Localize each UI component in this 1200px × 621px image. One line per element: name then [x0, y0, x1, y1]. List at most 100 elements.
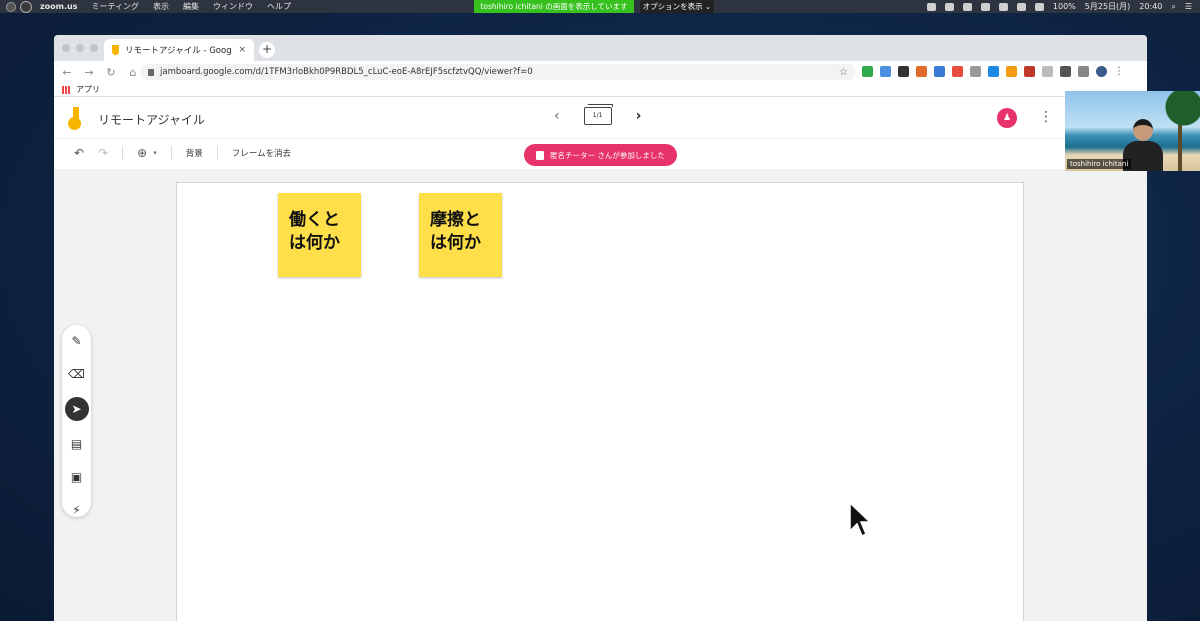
toolbar-divider — [170, 145, 172, 160]
clear-frame-button[interactable]: フレームを消去 — [232, 147, 291, 159]
frame-bar-button[interactable]: 1/1 — [583, 104, 613, 125]
extension-icon[interactable] — [916, 66, 927, 77]
previous-frame-icon[interactable]: ‹ — [554, 108, 560, 124]
new-tab-button[interactable]: + — [259, 42, 275, 58]
anonymous-user-avatar[interactable]: ♟ — [997, 108, 1017, 128]
bookmark-apps[interactable]: アプリ — [76, 84, 100, 95]
undo-icon[interactable]: ↶ — [74, 146, 84, 160]
tab-strip: リモートアジャイル - Google Jam × + — [54, 35, 1147, 61]
close-window-button[interactable] — [62, 44, 70, 52]
more-options-icon[interactable]: ⋮ — [1039, 109, 1053, 125]
menu-window[interactable]: ウィンドウ — [213, 1, 253, 12]
jamboard-header: リモートアジャイル ‹ 1/1 › ♟ ⋮ — [54, 97, 1147, 139]
toast-text: 匿名チーター さんが参加しました — [550, 150, 665, 160]
image-icon[interactable]: ▣ — [65, 467, 89, 487]
tool-palette: ✎ ⌫ ➤ ▤ ▣ ⚡ — [62, 325, 91, 517]
tray-icon[interactable] — [980, 2, 990, 11]
palm-tree-background — [1160, 91, 1200, 171]
participant-name: toshihiro ichitani — [1067, 159, 1132, 169]
url-text: jamboard.google.com/d/1TFM3rloBkh0P9RBDL… — [160, 67, 533, 77]
tray-icon[interactable] — [998, 2, 1008, 11]
minimize-window-button[interactable] — [76, 44, 84, 52]
menu-date[interactable]: 5月25日(月) — [1085, 1, 1131, 12]
participant-video-thumbnail[interactable]: toshihiro ichitani — [1065, 91, 1200, 171]
next-frame-icon[interactable]: › — [636, 108, 642, 124]
tray-icon[interactable] — [962, 2, 972, 11]
bookmarks-bar: アプリ — [54, 83, 1147, 97]
volume-icon[interactable] — [1034, 2, 1044, 11]
zoom-dropdown-icon[interactable]: ▾ — [153, 149, 157, 157]
redo-icon[interactable]: ↷ — [98, 146, 108, 160]
extension-icon[interactable] — [970, 66, 981, 77]
participant-figure — [1123, 119, 1163, 171]
tab-title: リモートアジャイル - Google Jam — [125, 46, 232, 56]
eraser-icon[interactable]: ⌫ — [65, 364, 89, 384]
extension-icon[interactable] — [1042, 66, 1053, 77]
anonymous-animal-icon — [536, 150, 544, 160]
jamboard-logo-icon[interactable] — [68, 107, 82, 130]
menu-time[interactable]: 20:40 — [1139, 2, 1162, 11]
toolbar-divider — [216, 145, 218, 160]
browser-menu-icon[interactable]: ⋮ — [1114, 66, 1125, 77]
apple-icon[interactable] — [6, 1, 16, 12]
toolbar-divider — [122, 145, 124, 160]
apps-grid-icon[interactable] — [62, 85, 70, 94]
zoom-control-icon[interactable] — [20, 0, 32, 13]
menu-app-name[interactable]: zoom.us — [40, 2, 77, 11]
sticky-note-icon[interactable]: ▤ — [65, 434, 89, 454]
back-icon[interactable]: ← — [58, 66, 76, 79]
maximize-window-button[interactable] — [90, 44, 98, 52]
menu-list-icon[interactable]: ☰ — [1185, 2, 1192, 11]
background-button[interactable]: 背景 — [186, 147, 203, 159]
extension-icon[interactable] — [952, 66, 963, 77]
battery-percent[interactable]: 100% — [1053, 2, 1076, 11]
extension-icon[interactable] — [880, 66, 891, 77]
forward-icon[interactable]: → — [80, 66, 98, 79]
pen-icon[interactable]: ✎ — [65, 331, 89, 351]
menu-view[interactable]: 表示 — [153, 1, 169, 12]
lock-icon[interactable] — [148, 68, 154, 76]
extension-icon[interactable] — [1024, 66, 1035, 77]
extension-icon[interactable] — [1006, 66, 1017, 77]
sticky-note[interactable]: 働くとは何か — [278, 193, 361, 277]
show-options-label: オプションを表示 — [642, 2, 703, 11]
mouse-cursor-icon — [849, 501, 870, 538]
extension-icon[interactable] — [1060, 66, 1071, 77]
whiteboard-frame[interactable]: 働くとは何か 摩擦とは何か — [176, 182, 1024, 621]
browser-window: リモートアジャイル - Google Jam × + ← → ↻ ⌂ jambo… — [54, 35, 1147, 621]
tray-icon[interactable] — [926, 2, 936, 11]
extension-icon[interactable] — [1078, 66, 1089, 77]
jamboard-toolbar: ↶ ↷ ⊕ ▾ 背景 フレームを消去 匿名チーター さんが参加しました — [54, 139, 1147, 166]
window-controls — [62, 44, 98, 52]
reload-icon[interactable]: ↻ — [102, 66, 120, 79]
jam-title[interactable]: リモートアジャイル — [98, 111, 205, 128]
laser-icon[interactable]: ⚡ — [65, 500, 89, 520]
profile-avatar[interactable] — [1096, 66, 1107, 77]
wifi-icon[interactable] — [1016, 2, 1026, 11]
show-options-button[interactable]: オプションを表示 ⌄ — [640, 0, 714, 13]
url-input[interactable]: jamboard.google.com/d/1TFM3rloBkh0P9RBDL… — [140, 64, 856, 80]
canvas-area: 働くとは何か 摩擦とは何か ✎ ⌫ ➤ ▤ ▣ ⚡ — [54, 169, 1147, 621]
address-bar: ← → ↻ ⌂ jamboard.google.com/d/1TFM3rloBk… — [54, 61, 1147, 83]
menu-help[interactable]: ヘルプ — [267, 1, 291, 12]
tab-jamboard[interactable]: リモートアジャイル - Google Jam × — [104, 39, 254, 61]
frame-counter: 1/1 — [592, 112, 603, 119]
screen-share-banner: toshihiro ichitani の画面を表示しています — [474, 0, 634, 13]
tray-icon[interactable] — [944, 2, 954, 11]
menu-edit[interactable]: 編集 — [183, 1, 199, 12]
menu-meeting[interactable]: ミーティング — [91, 1, 139, 12]
select-arrow-icon[interactable]: ➤ — [64, 397, 89, 421]
close-tab-icon[interactable]: × — [238, 45, 246, 55]
bookmark-star-icon[interactable]: ☆ — [839, 67, 848, 78]
extension-icon[interactable] — [862, 66, 873, 77]
extensions-bar: ⋮ — [862, 66, 1125, 77]
sticky-note-text: 摩擦とは何か — [430, 210, 481, 253]
status-tray: 100% 5月25日(月) 20:40 ⌕ ☰ — [926, 0, 1192, 13]
frame-navigator: ‹ 1/1 › — [554, 104, 642, 125]
sticky-note[interactable]: 摩擦とは何か — [419, 193, 502, 277]
zoom-icon[interactable]: ⊕ — [137, 146, 147, 160]
extension-icon[interactable] — [934, 66, 945, 77]
extension-icon[interactable] — [898, 66, 909, 77]
spotlight-icon[interactable]: ⌕ — [1171, 2, 1175, 12]
extension-icon[interactable] — [988, 66, 999, 77]
